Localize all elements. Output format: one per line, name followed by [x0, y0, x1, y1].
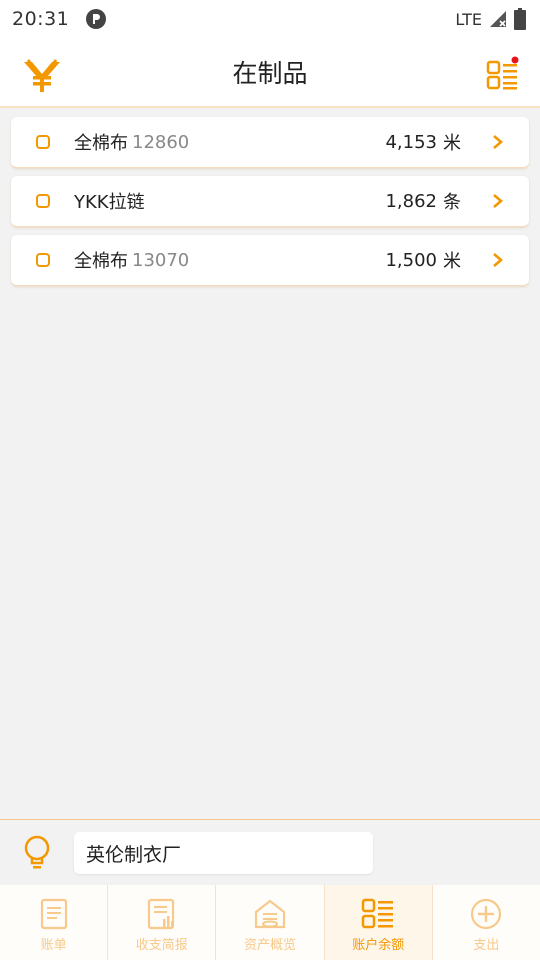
tab-label: 账户余额 — [352, 938, 405, 953]
tab-label: 账单 — [40, 938, 67, 953]
wip-list: 全棉布 12860 4,153 米 YKK拉链 1,862 条 全棉布 1307… — [11, 117, 529, 294]
lightbulb-icon[interactable] — [21, 834, 53, 872]
tab-assets[interactable]: 资产概览 — [216, 885, 325, 960]
tab-report[interactable]: 收支简报 — [108, 885, 217, 960]
tab-label: 收支简报 — [135, 938, 188, 953]
signal-icon — [490, 11, 506, 27]
tab-balance[interactable]: 账户余额 — [324, 885, 433, 960]
item-amount: 4,153 — [385, 131, 437, 153]
item-unit: 条 — [443, 192, 461, 213]
checkbox-icon[interactable] — [36, 194, 50, 208]
status-time: 20:31 — [12, 8, 70, 30]
item-unit: 米 — [443, 133, 461, 154]
list-item[interactable]: YKK拉链 1,862 条 — [11, 176, 529, 227]
checkbox-icon[interactable] — [36, 253, 50, 267]
report-icon — [147, 898, 174, 930]
app-logo-icon[interactable] — [22, 54, 62, 94]
company-name-field[interactable]: 英伦制衣厂 — [74, 832, 373, 874]
item-name: 全棉布 — [74, 251, 128, 272]
page-title: 在制品 — [232, 59, 308, 88]
chevron-right-icon[interactable] — [491, 252, 505, 268]
app-notification-icon — [86, 9, 107, 29]
tab-expense[interactable]: 支出 — [432, 885, 540, 960]
assets-icon — [254, 899, 286, 929]
bill-icon — [40, 898, 67, 930]
item-code: 13070 — [132, 249, 190, 271]
plus-circle-icon — [471, 898, 502, 930]
item-amount: 1,862 — [385, 190, 437, 212]
item-name: 全棉布 — [74, 133, 128, 154]
balance-icon — [361, 898, 394, 929]
bottom-tab-bar: 账单 收支简报 资产概览 账户余额 支出 — [0, 885, 540, 960]
item-code: 12860 — [132, 131, 190, 153]
tab-bill[interactable]: 账单 — [0, 885, 109, 960]
chevron-right-icon[interactable] — [491, 193, 505, 209]
item-unit: 米 — [443, 251, 461, 272]
list-item[interactable]: 全棉布 12860 4,153 米 — [11, 117, 529, 168]
item-name: YKK拉链 — [74, 192, 145, 213]
checkbox-icon[interactable] — [36, 135, 50, 149]
battery-icon — [514, 8, 526, 30]
network-type: LTE — [455, 9, 482, 29]
account-menu-icon[interactable] — [486, 56, 520, 92]
app-bar: 在制品 — [0, 38, 540, 108]
company-strip: 英伦制衣厂 — [0, 819, 540, 885]
list-item[interactable]: 全棉布 13070 1,500 米 — [11, 235, 529, 286]
tab-label: 支出 — [473, 938, 500, 953]
chevron-right-icon[interactable] — [491, 134, 505, 150]
status-bar: 20:31 LTE — [0, 0, 540, 38]
item-amount: 1,500 — [385, 249, 437, 271]
tab-label: 资产概览 — [244, 938, 297, 953]
